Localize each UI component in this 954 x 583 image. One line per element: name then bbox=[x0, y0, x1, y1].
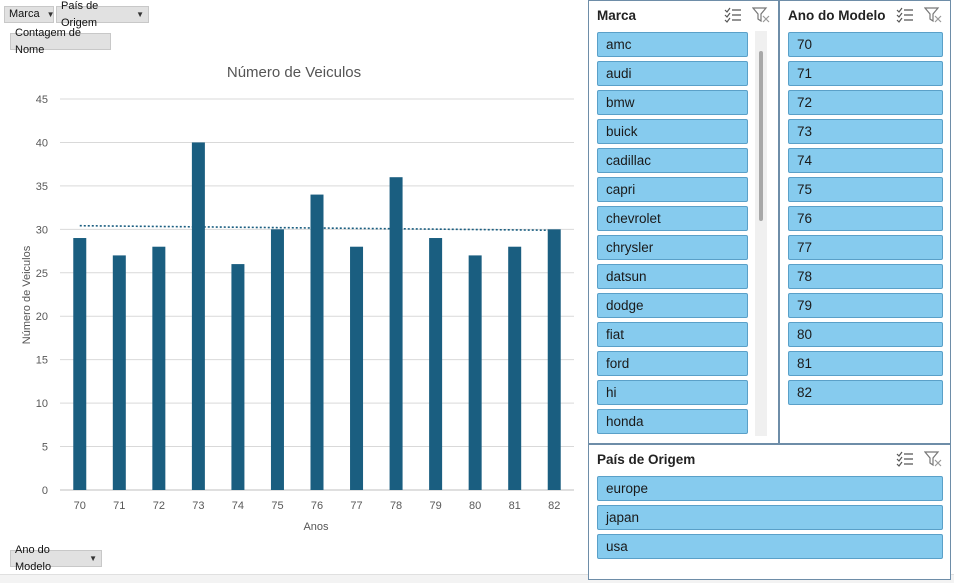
slicer-pais-title: País de Origem bbox=[597, 451, 696, 467]
slicer-ano-modelo[interactable]: Ano do Modelo 70 71 72 73 74 75 76 77 78 79 80 81 82 bbox=[779, 0, 951, 444]
chart-bar[interactable] bbox=[468, 255, 482, 490]
slicer-marca-item[interactable]: hi bbox=[597, 380, 748, 405]
x-tick-label: 79 bbox=[429, 500, 441, 512]
slicer-marca-item[interactable]: fiat bbox=[597, 322, 748, 347]
slicer-ano-header: Ano do Modelo bbox=[788, 5, 942, 25]
slicer-marca-title: Marca bbox=[597, 7, 637, 23]
slicer-marca-item[interactable]: audi bbox=[597, 61, 748, 86]
y-tick-label: 10 bbox=[36, 398, 48, 410]
slicer-ano-item[interactable]: 80 bbox=[788, 322, 943, 347]
pivot-filter-marca-button[interactable]: Marca ▼ bbox=[4, 6, 54, 23]
scrollbar-thumb[interactable] bbox=[759, 51, 763, 221]
pivot-filter-marca-label: Marca bbox=[9, 8, 40, 20]
pivot-axis-button[interactable]: Ano do Modelo ▼ bbox=[10, 544, 102, 573]
chart-bar[interactable] bbox=[350, 246, 364, 490]
multi-select-icon[interactable] bbox=[896, 7, 914, 23]
y-tick-label: 25 bbox=[36, 268, 48, 280]
x-tick-label: 77 bbox=[350, 500, 362, 512]
dropdown-arrow-icon: ▼ bbox=[136, 10, 144, 19]
x-tick-label: 71 bbox=[113, 500, 125, 512]
slicer-marca-item[interactable]: ford bbox=[597, 351, 748, 376]
clear-filter-icon[interactable] bbox=[924, 6, 942, 24]
slicer-marca-item[interactable]: amc bbox=[597, 32, 748, 57]
slicer-ano-item[interactable]: 74 bbox=[788, 148, 943, 173]
slicer-ano-item[interactable]: 78 bbox=[788, 264, 943, 289]
x-tick-label: 72 bbox=[153, 500, 165, 512]
slicer-ano-item[interactable]: 70 bbox=[788, 32, 943, 57]
x-tick-label: 74 bbox=[232, 500, 244, 512]
slicer-ano-item[interactable]: 72 bbox=[788, 90, 943, 115]
slicer-ano-item[interactable]: 79 bbox=[788, 293, 943, 318]
slicer-marca-scrollbar[interactable] bbox=[755, 31, 767, 436]
chart-bar[interactable] bbox=[508, 246, 522, 490]
slicer-pais-item[interactable]: usa bbox=[597, 534, 943, 559]
slicer-marca-item[interactable]: cadillac bbox=[597, 148, 748, 173]
slicer-pais-item[interactable]: europe bbox=[597, 476, 943, 501]
chart-bar[interactable] bbox=[231, 264, 245, 490]
multi-select-icon[interactable] bbox=[896, 451, 914, 467]
column-chart[interactable]: Número de Veiculos 0 5 10 15 20 25 30 35 40 45 70 7… bbox=[0, 55, 588, 545]
multi-select-icon[interactable] bbox=[724, 7, 742, 23]
pivot-values-button[interactable]: Contagem de Nome bbox=[10, 27, 111, 56]
x-tick-label: 76 bbox=[311, 500, 323, 512]
chart-bar[interactable] bbox=[310, 194, 324, 491]
y-tick-label: 5 bbox=[42, 442, 48, 454]
clear-filter-icon[interactable] bbox=[924, 450, 942, 468]
x-tick-label: 81 bbox=[509, 500, 521, 512]
slicer-marca-item[interactable]: dodge bbox=[597, 293, 748, 318]
slicer-marca-item[interactable]: chrysler bbox=[597, 235, 748, 260]
chart-bar[interactable] bbox=[152, 246, 166, 490]
chart-bar[interactable] bbox=[73, 238, 87, 490]
slicer-ano-item[interactable]: 77 bbox=[788, 235, 943, 260]
chart-title: Número de Veiculos bbox=[227, 64, 361, 81]
clear-filter-icon[interactable] bbox=[752, 6, 770, 24]
slicer-marca-item[interactable]: capri bbox=[597, 177, 748, 202]
slicer-pais-origem[interactable]: País de Origem europe japan usa bbox=[588, 444, 951, 580]
dropdown-arrow-icon: ▼ bbox=[46, 10, 55, 19]
slicer-marca-item[interactable]: buick bbox=[597, 119, 748, 144]
y-tick-label: 15 bbox=[36, 355, 48, 367]
chart-bar[interactable] bbox=[112, 255, 126, 490]
x-tick-label: 75 bbox=[271, 500, 283, 512]
slicer-ano-item[interactable]: 71 bbox=[788, 61, 943, 86]
slicer-ano-item[interactable]: 76 bbox=[788, 206, 943, 231]
slicer-marca-item[interactable]: bmw bbox=[597, 90, 748, 115]
slicer-ano-item[interactable]: 75 bbox=[788, 177, 943, 202]
slicer-marca-item[interactable]: honda bbox=[597, 409, 748, 434]
y-tick-label: 40 bbox=[36, 137, 48, 149]
slicer-ano-title: Ano do Modelo bbox=[788, 7, 886, 23]
pivot-filter-pais-button[interactable]: País de Origem ▼ bbox=[56, 0, 149, 29]
slicer-marca-item[interactable]: datsun bbox=[597, 264, 748, 289]
y-tick-label: 0 bbox=[42, 485, 48, 497]
dropdown-arrow-icon: ▼ bbox=[89, 554, 97, 563]
slicer-ano-item[interactable]: 82 bbox=[788, 380, 943, 405]
y-tick-label: 20 bbox=[36, 311, 48, 323]
y-tick-label: 45 bbox=[36, 94, 48, 106]
x-tick-label: 82 bbox=[548, 500, 560, 512]
chart-bar[interactable] bbox=[547, 229, 561, 491]
pivot-axis-label: Ano do Modelo bbox=[15, 543, 52, 573]
y-tick-label: 35 bbox=[36, 181, 48, 193]
slicer-pais-header: País de Origem bbox=[597, 449, 942, 469]
pivot-values-label: Contagem de Nome bbox=[15, 26, 82, 56]
x-tick-label: 73 bbox=[192, 500, 204, 512]
x-axis-label: Anos bbox=[303, 521, 329, 533]
slicer-marca[interactable]: Marca amc audi bmw buick cadillac capri chevro… bbox=[588, 0, 779, 444]
chart-bar[interactable] bbox=[429, 238, 443, 490]
slicer-marca-item[interactable]: chevrolet bbox=[597, 206, 748, 231]
y-tick-label: 30 bbox=[36, 224, 48, 236]
y-axis-label: Número de Veiculos bbox=[21, 245, 33, 344]
x-tick-label: 78 bbox=[390, 500, 402, 512]
chart-bar[interactable] bbox=[389, 177, 403, 490]
chart-bar[interactable] bbox=[270, 229, 284, 491]
x-tick-label: 70 bbox=[74, 500, 86, 512]
x-tick-label: 80 bbox=[469, 500, 481, 512]
slicer-pais-item[interactable]: japan bbox=[597, 505, 943, 530]
slicer-marca-header: Marca bbox=[597, 5, 770, 25]
slicer-ano-item[interactable]: 73 bbox=[788, 119, 943, 144]
chart-bar[interactable] bbox=[191, 142, 205, 490]
slicer-ano-item[interactable]: 81 bbox=[788, 351, 943, 376]
